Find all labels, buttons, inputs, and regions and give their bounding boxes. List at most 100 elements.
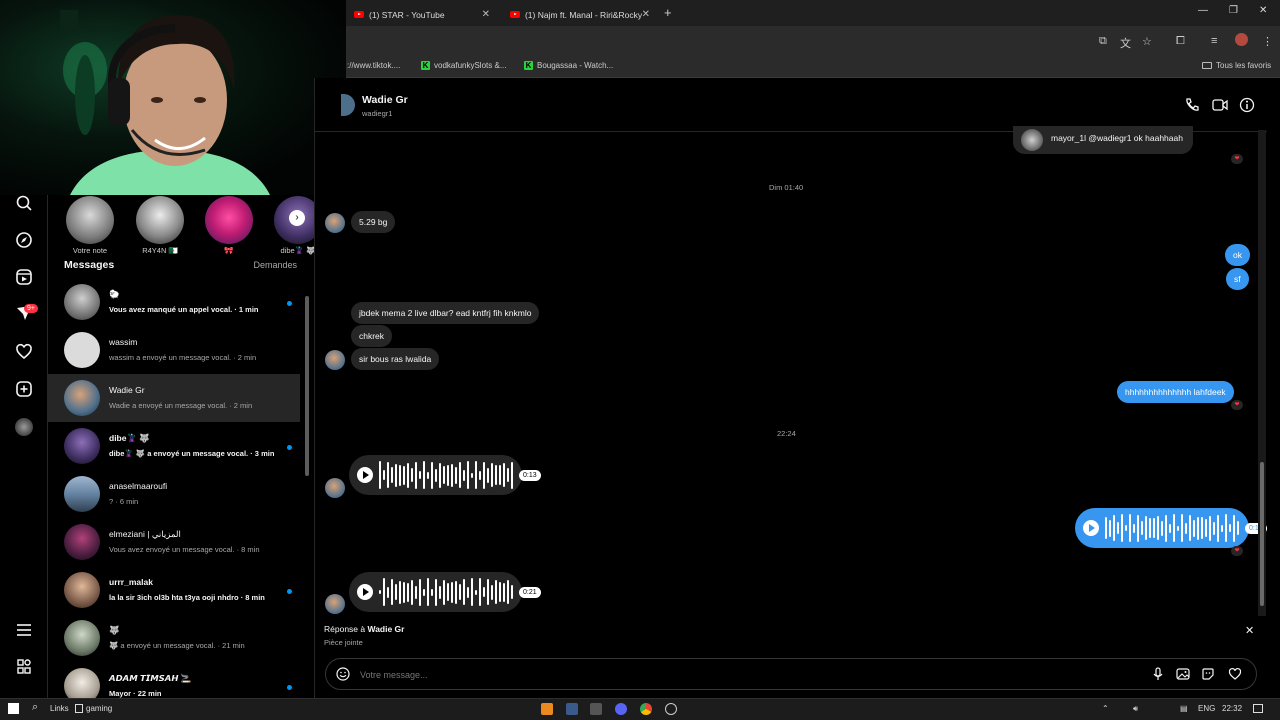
conversation-item[interactable]: urrr_malak la la sir 3ich ol3b hta t3ya … bbox=[48, 566, 300, 614]
discord-icon[interactable] bbox=[615, 703, 627, 715]
close-tab-icon[interactable]: ✕ bbox=[482, 9, 490, 20]
webcam-person-image bbox=[60, 10, 270, 195]
shared-post-message[interactable]: mayor_1l @wadiegr1 ok haahhaah bbox=[1013, 126, 1193, 154]
reels-icon[interactable] bbox=[15, 268, 33, 286]
close-reply-icon[interactable]: ✕ bbox=[1245, 624, 1254, 637]
menu-icon[interactable] bbox=[15, 621, 33, 639]
chrome-icon[interactable] bbox=[640, 703, 652, 715]
bookmark-item[interactable]: K vodkafunkySlots &... bbox=[421, 61, 506, 70]
conversation-item[interactable]: anaselmaaroufi ? · 6 min bbox=[48, 470, 300, 518]
conversation-item-selected[interactable]: Wadie Gr Wadie a envoyé un message vocal… bbox=[48, 374, 300, 422]
create-icon[interactable] bbox=[15, 380, 33, 398]
message-incoming[interactable]: jbdek mema 2 live dlbar? ead kntfrj fih … bbox=[351, 302, 540, 324]
reply-attachment-label: Pièce jointe bbox=[324, 638, 363, 647]
search-icon[interactable]: ⌕ bbox=[32, 701, 38, 714]
reaction-heart[interactable]: ❤ bbox=[1231, 400, 1243, 410]
play-icon[interactable] bbox=[357, 584, 373, 600]
app-icon-terminal[interactable] bbox=[590, 703, 602, 715]
tab-najm-youtube[interactable]: (1) Najm ft. Manal - Riri&Rocky ✕ bbox=[502, 3, 658, 26]
heart-icon[interactable] bbox=[1228, 667, 1242, 684]
restore-button[interactable]: ❐ bbox=[1229, 5, 1238, 16]
waveform-bar bbox=[491, 463, 493, 487]
message-incoming[interactable]: 5.29 bg bbox=[351, 211, 396, 233]
tray-wifi-icon[interactable]: ▤ bbox=[1180, 704, 1188, 713]
conversation-item[interactable]: 🐺 🐺 a envoyé un message vocal. · 21 min bbox=[48, 614, 300, 662]
tab-star-youtube[interactable]: (1) STAR - YouTube ✕ bbox=[346, 3, 498, 26]
reaction-heart[interactable]: ❤ bbox=[1231, 154, 1243, 164]
message-outgoing[interactable]: hhhhhhhhhhhhhh lahfdeek bbox=[1117, 381, 1234, 403]
close-tab-icon[interactable]: ✕ bbox=[642, 9, 650, 20]
taskbar-app-gaming[interactable]: gaming bbox=[86, 704, 112, 713]
waveform-bar bbox=[1133, 523, 1135, 533]
voice-message-incoming[interactable]: 0:13 bbox=[349, 455, 541, 495]
heart-icon[interactable] bbox=[15, 343, 33, 361]
profile-avatar[interactable] bbox=[1235, 33, 1248, 46]
requests-link[interactable]: Demandes bbox=[253, 260, 297, 270]
waveform-bar bbox=[451, 463, 453, 487]
explore-icon[interactable] bbox=[15, 231, 33, 249]
emoji-icon[interactable] bbox=[336, 667, 350, 684]
webcam-overlay bbox=[0, 0, 346, 195]
bookmark-url[interactable]: ://www.tiktok.... bbox=[347, 61, 400, 70]
message-outgoing[interactable]: sf bbox=[1226, 268, 1249, 290]
info-icon[interactable] bbox=[1238, 97, 1256, 115]
app-icon-keyboard[interactable] bbox=[566, 703, 578, 715]
phone-icon[interactable] bbox=[1183, 97, 1201, 115]
voice-message-outgoing[interactable]: 0:17 bbox=[1075, 508, 1267, 548]
waveform-bar bbox=[439, 585, 441, 599]
message-input[interactable] bbox=[360, 666, 1120, 683]
reaction-heart[interactable]: ❤ bbox=[1231, 546, 1243, 556]
media-controls-icon[interactable]: ≡ bbox=[1211, 35, 1217, 47]
conversation-item[interactable]: wassim wassim a envoyé un message vocal.… bbox=[48, 326, 300, 374]
conversation-item[interactable]: 🐑 Vous avez manqué un appel vocal. · 1 m… bbox=[48, 278, 300, 326]
tray-speaker-icon[interactable]: 🔊︎ bbox=[1133, 704, 1138, 714]
tray-chevron-icon[interactable]: ⌃ bbox=[1102, 704, 1109, 713]
contact-avatar[interactable] bbox=[341, 94, 355, 116]
tray-language[interactable]: ENG bbox=[1198, 704, 1215, 713]
new-tab-button[interactable]: + bbox=[664, 5, 672, 20]
note-item[interactable]: R4Y4N 🇩🇿 bbox=[132, 196, 188, 255]
chat-scrollbar[interactable] bbox=[1258, 130, 1266, 616]
note-own[interactable]: Votre note bbox=[62, 196, 118, 255]
image-icon[interactable] bbox=[1176, 667, 1190, 684]
taskbar-links[interactable]: Links bbox=[50, 704, 69, 713]
microphone-icon[interactable] bbox=[1151, 667, 1165, 684]
close-window-button[interactable]: ✕ bbox=[1259, 5, 1267, 16]
conversation-item[interactable]: elmeziani | المزياني Vous avez envoyé un… bbox=[48, 518, 300, 566]
message-incoming[interactable]: sir bous ras lwalida bbox=[351, 348, 440, 370]
bookmark-star-icon[interactable]: ☆ bbox=[1142, 35, 1152, 48]
search-icon[interactable] bbox=[15, 194, 33, 212]
browser-menu-icon[interactable]: ⋮ bbox=[1262, 35, 1273, 48]
sticker-icon[interactable] bbox=[1201, 667, 1215, 684]
profile-avatar[interactable] bbox=[15, 418, 33, 436]
voice-message-incoming[interactable]: 0:21 bbox=[349, 572, 541, 612]
video-call-icon[interactable] bbox=[1211, 97, 1229, 115]
unread-dot bbox=[287, 589, 292, 594]
all-bookmarks-folder[interactable]: Tous les favoris bbox=[1202, 61, 1271, 70]
tray-clock[interactable]: 22:32 bbox=[1222, 704, 1242, 713]
extensions-icon[interactable]: ⧠ bbox=[1176, 35, 1185, 48]
waveform-bar bbox=[403, 581, 405, 603]
minimize-button[interactable]: — bbox=[1198, 5, 1208, 16]
more-apps-icon[interactable] bbox=[15, 658, 33, 676]
waveform-bar bbox=[503, 582, 505, 602]
windows-start-icon[interactable] bbox=[8, 703, 19, 714]
bookmark-item[interactable]: K Bougassaa - Watch... bbox=[524, 61, 613, 70]
conversation-item[interactable]: 𝘼𝘿𝘼𝙈 𝙏𝙄𝙈𝙎𝘼𝙃 🚬 Mayor · 22 min bbox=[48, 662, 300, 698]
note-item[interactable]: 🎀 bbox=[201, 196, 257, 255]
contact-name[interactable]: Wadie Gr bbox=[362, 94, 408, 106]
notification-center-icon[interactable] bbox=[1253, 704, 1263, 713]
app-icon-settings[interactable] bbox=[665, 703, 677, 715]
message-incoming[interactable]: chkrek bbox=[351, 325, 393, 347]
app-icon-a[interactable] bbox=[541, 703, 553, 715]
chevron-right-icon[interactable]: › bbox=[289, 210, 305, 226]
inbox-scrollbar[interactable] bbox=[304, 286, 310, 696]
conversation-item[interactable]: dibe🦹 🐺 dibe🦹 🐺 a envoyé un message voca… bbox=[48, 422, 300, 470]
play-icon[interactable] bbox=[357, 467, 373, 483]
translate-icon[interactable]: 文 bbox=[1120, 35, 1131, 51]
waveform-bar bbox=[499, 465, 501, 485]
unread-dot bbox=[287, 301, 292, 306]
play-icon[interactable] bbox=[1083, 520, 1099, 536]
screenshot-icon[interactable]: ⧉ bbox=[1099, 35, 1107, 48]
message-outgoing[interactable]: ok bbox=[1225, 244, 1250, 266]
